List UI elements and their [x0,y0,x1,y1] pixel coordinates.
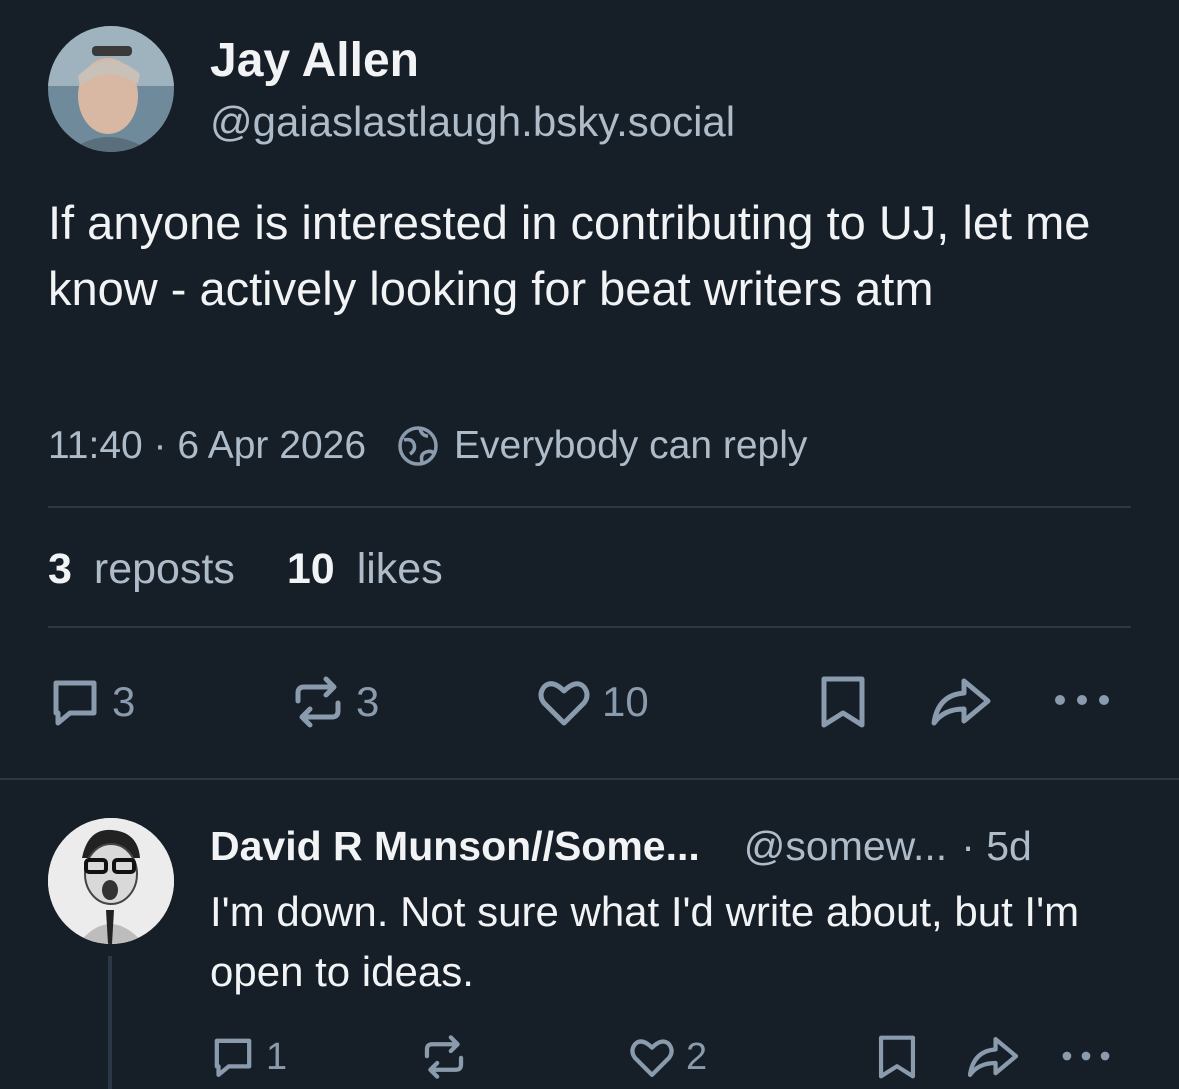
more-icon [1052,688,1112,712]
repost-button[interactable]: 3 [290,675,379,729]
reply-count: 3 [112,678,136,725]
share-icon [930,675,992,729]
heart-icon [536,675,592,729]
globe-icon [396,424,440,468]
reposts-stat[interactable]: 3 reposts [48,542,235,596]
repost-icon [290,675,346,729]
reply-author-name[interactable]: David R Munson//Some... [210,820,700,872]
likes-stat[interactable]: 10 likes [287,542,443,596]
thread-line [108,956,112,1089]
engagement-counts: 3 reposts 10 likes [48,542,443,596]
post-meta: 11:40 · 6 Apr 2026 Everybody can reply [48,420,807,472]
likes-label: likes [356,545,443,593]
post-timestamp[interactable]: 11:40 · 6 Apr 2026 [48,420,366,472]
heart-icon [628,1034,676,1080]
reply-reply-button[interactable]: 1 [210,1034,287,1080]
repost-count: 3 [356,678,380,725]
divider [0,778,1179,780]
like-button[interactable]: 10 [536,675,649,729]
bookmark-icon [818,675,868,729]
reply-setting[interactable]: Everybody can reply [454,420,807,472]
like-count: 10 [602,678,649,725]
reply-share-button[interactable] [966,1034,1020,1080]
likes-count: 10 [286,545,335,593]
repost-icon [420,1034,468,1080]
more-icon [1060,1045,1112,1067]
reply-repost-button[interactable] [420,1034,478,1080]
author-avatar[interactable] [48,26,174,152]
reply-icon [210,1034,256,1080]
bookmark-icon [876,1034,918,1080]
bookmark-button[interactable] [818,675,868,729]
reposts-count: 3 [48,545,72,593]
divider [48,626,1131,628]
reply-more-button[interactable] [1060,1045,1112,1067]
reposts-label: reposts [93,545,235,593]
divider [48,506,1131,508]
author-name[interactable]: Jay Allen [210,32,419,90]
more-button[interactable] [1052,688,1112,712]
reply-bookmark-button[interactable] [876,1034,918,1080]
reply-author-avatar[interactable] [48,818,174,944]
reply-header: David R Munson//Some... @somew... · 5d [210,820,1130,872]
reply-age[interactable]: · 5d [961,820,1032,872]
share-icon [966,1034,1020,1080]
share-button[interactable] [930,675,992,729]
reply-like-count: 2 [686,1035,708,1078]
reply-text: I'm down. Not sure what I'd write about,… [210,888,1080,995]
reply-reply-count: 1 [266,1035,288,1078]
post-text: If anyone is interested in contributing … [48,196,1091,315]
reply-icon [48,675,102,729]
reply-author-handle[interactable]: @somew... [744,820,947,872]
reply-like-button[interactable]: 2 [628,1034,707,1080]
author-handle[interactable]: @gaiaslastlaugh.bsky.social [210,96,735,148]
reply-button[interactable]: 3 [48,675,135,729]
